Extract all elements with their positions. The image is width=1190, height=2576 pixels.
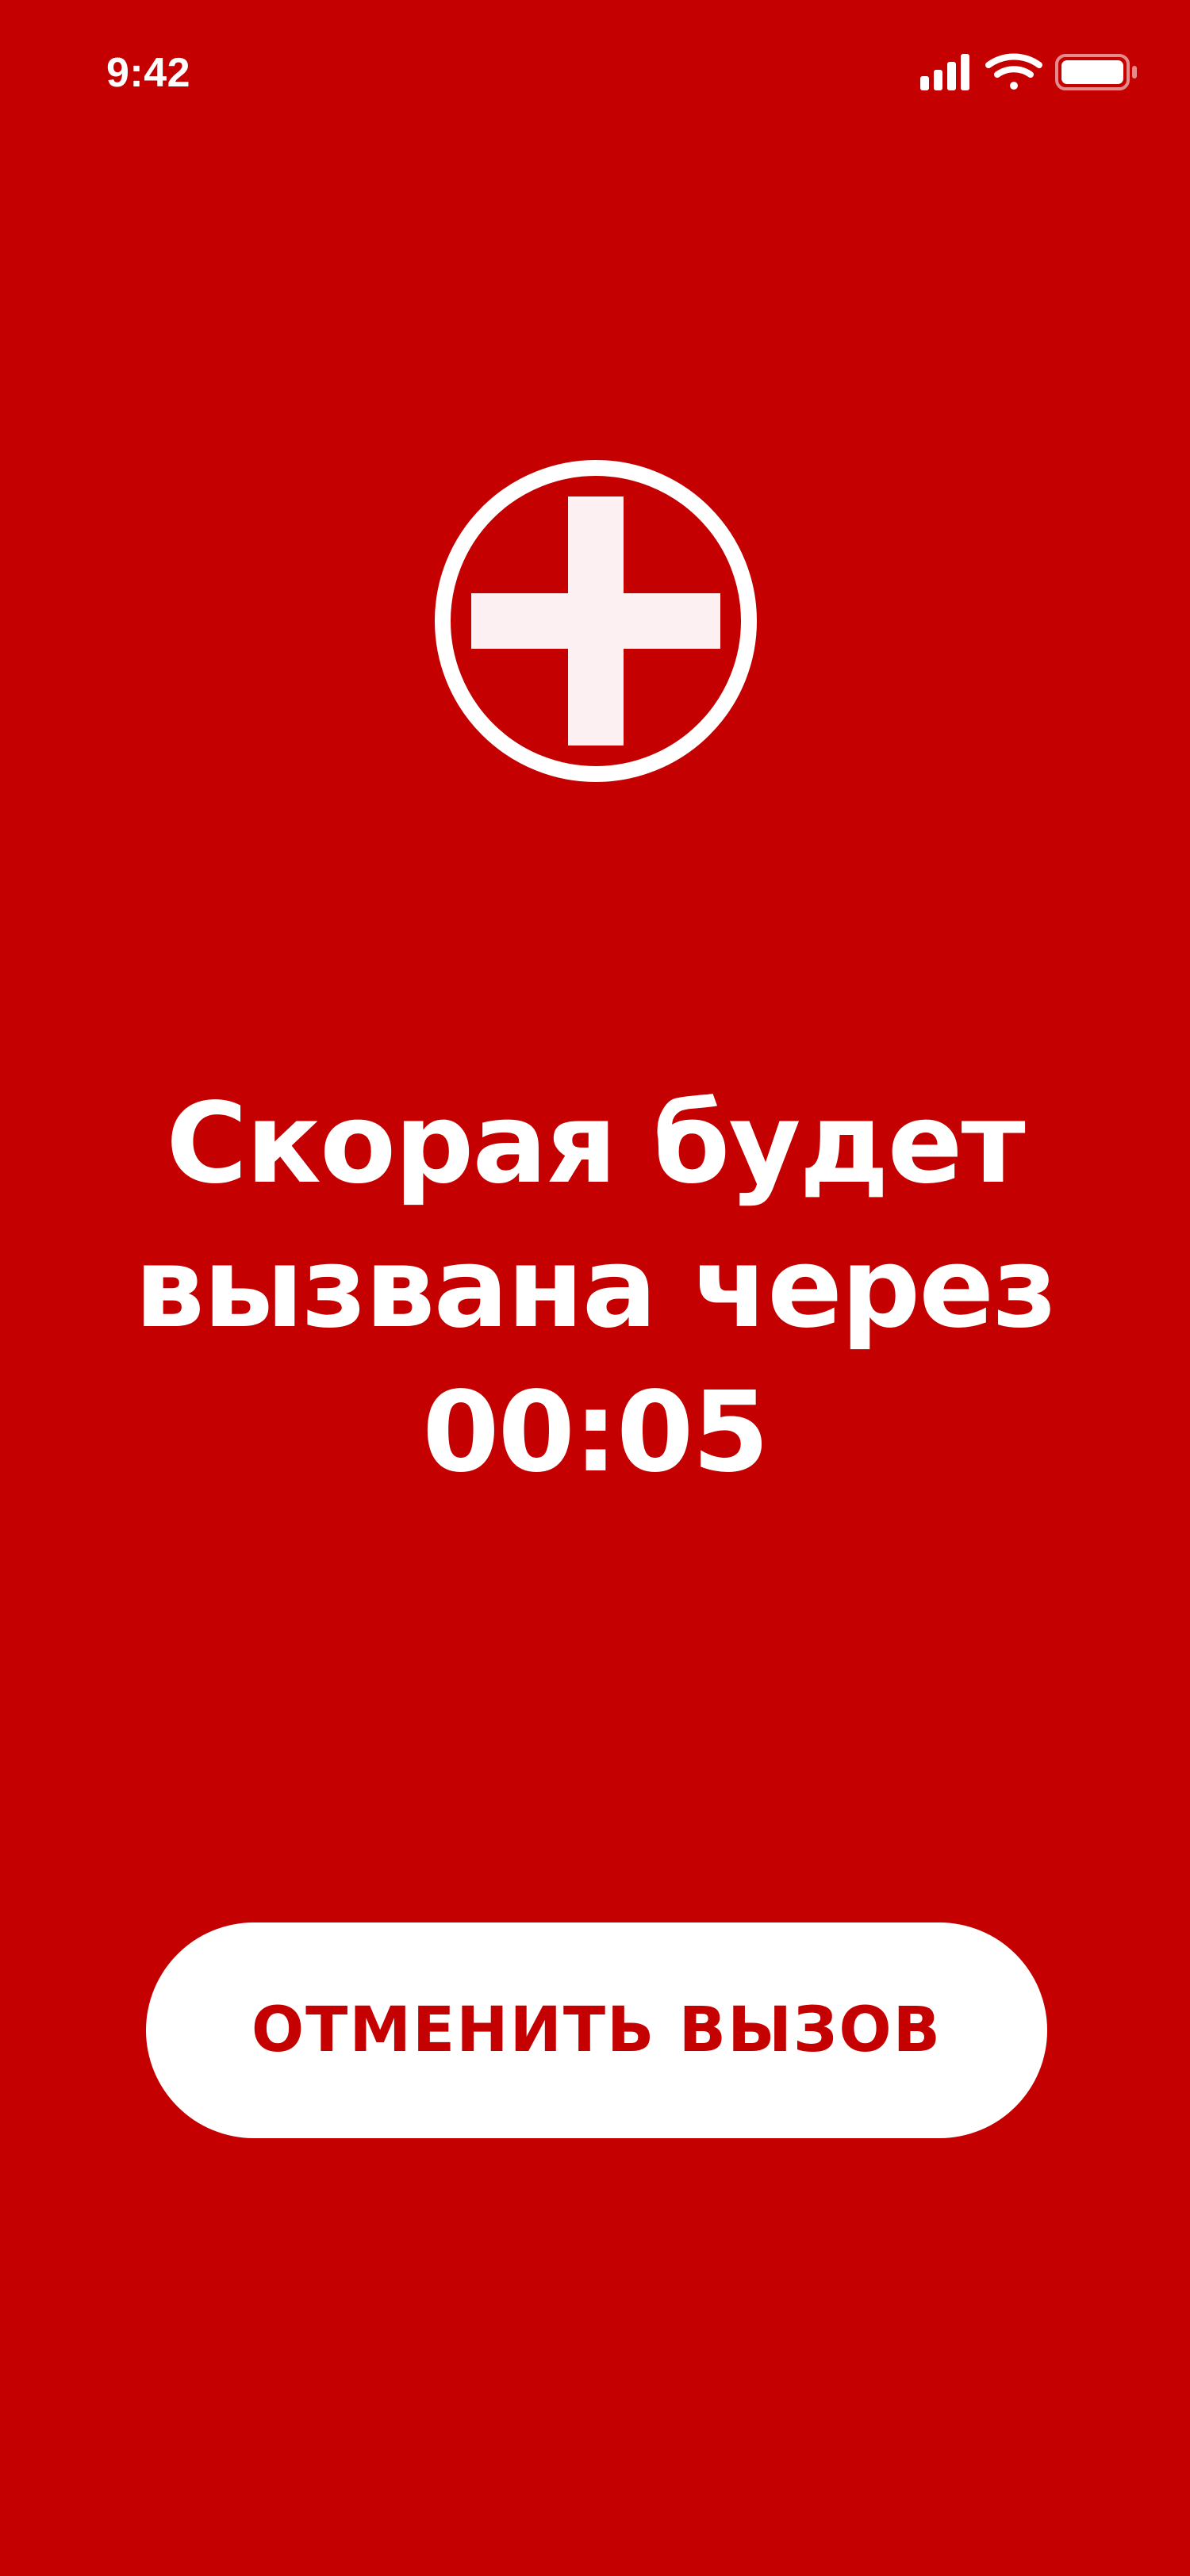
countdown-timer: 00:05 [422,1368,770,1497]
status-time: 9:42 [106,50,191,96]
message-line-1: Скорая будет [166,1079,1025,1209]
status-icons-group [920,53,1137,90]
countdown-message: Скорая будет вызвана через 00:05 [48,1072,1142,1505]
wifi-icon [985,53,1042,90]
cancel-call-button[interactable]: ОТМЕНИТЬ ВЫЗОВ [146,1922,1047,2138]
battery-icon [1055,54,1137,90]
cancel-call-label: ОТМЕНИТЬ ВЫЗОВ [251,1995,942,2066]
status-icons [920,51,1142,95]
status-bar: 9:42 [0,0,1190,151]
message-line-2: вызвана через [134,1224,1057,1353]
medical-cross-icon [433,458,758,784]
signal-icon [920,54,969,90]
